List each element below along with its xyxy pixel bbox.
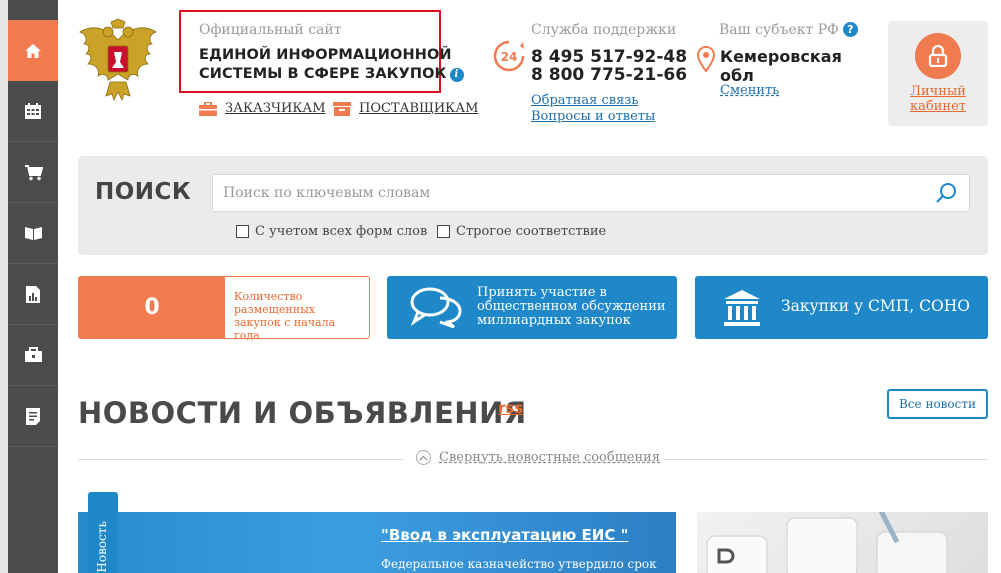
- keyboard-image[interactable]: [697, 512, 988, 573]
- help-icon[interactable]: ?: [842, 22, 858, 37]
- customers-link[interactable]: ЗАКАЗЧИКАМ: [199, 101, 326, 116]
- purchases-count-value: 0: [79, 277, 225, 338]
- site-title-line2: СИСТЕМЫ В СФЕРЕ ЗАКУПОК i: [199, 65, 464, 84]
- public-discussion-tile[interactable]: Принять участие в общественном обсуждени…: [387, 276, 677, 339]
- news-tab-badge: Новость: [88, 492, 118, 573]
- public-discussion-label: Принять участие в общественном обсуждени…: [477, 285, 666, 328]
- support-phone-1[interactable]: 8 495 517-92-48: [531, 47, 687, 67]
- personal-cabinet-label: Личный кабинет: [910, 84, 966, 114]
- support-phone-2[interactable]: 8 800 775-21-66: [531, 65, 687, 85]
- search-icon[interactable]: [935, 181, 959, 205]
- collapse-news-toggle[interactable]: Свернуть новостные сообщения: [412, 450, 665, 465]
- bank-building-icon: [724, 290, 760, 326]
- sidebar: [8, 0, 58, 573]
- chevron-up-icon: [416, 450, 431, 465]
- official-site-label: Официальный сайт: [199, 22, 342, 38]
- region-title-text: Ваш субъект РФ: [719, 22, 839, 38]
- all-word-forms-label: С учетом всех форм слов: [255, 224, 428, 239]
- home-icon: [25, 43, 41, 58]
- cart-icon: [24, 164, 43, 180]
- box-orange-icon: [333, 101, 351, 116]
- strict-match-label: Строгое соответствие: [456, 224, 607, 239]
- customers-link-label: ЗАКАЗЧИКАМ: [225, 101, 326, 116]
- sidebar-item-cart[interactable]: [8, 142, 58, 203]
- sidebar-item-book[interactable]: [8, 203, 58, 264]
- checkbox-box[interactable]: [236, 225, 249, 238]
- region-name: Кемеровская обл: [720, 47, 842, 85]
- location-pin-icon: [697, 46, 715, 72]
- support-badge: 24: [501, 50, 518, 64]
- news-item-title[interactable]: "Ввод в эксплуатацию ЕИС ": [381, 526, 628, 544]
- site-title: ЕДИНОЙ ИНФОРМАЦИОННОЙ СИСТЕМЫ В СФЕРЕ ЗА…: [199, 46, 464, 84]
- change-region-link[interactable]: Сменить: [720, 83, 779, 98]
- faq-link[interactable]: Вопросы и ответы: [531, 109, 655, 124]
- sidebar-item-reports[interactable]: [8, 264, 58, 325]
- search-label: ПОИСК: [95, 179, 192, 205]
- chart-doc-icon: [26, 285, 40, 303]
- support-24-icon: 24: [493, 40, 525, 72]
- strict-match-checkbox[interactable]: Строгое соответствие: [437, 224, 606, 239]
- personal-cabinet-button[interactable]: Личный кабинет: [888, 21, 988, 126]
- briefcase-icon: [24, 347, 42, 362]
- feedback-link[interactable]: Обратная связь: [531, 93, 638, 108]
- sidebar-item-documents[interactable]: [8, 386, 58, 447]
- divider-right: [662, 459, 988, 460]
- news-item-text: Федеральное казначейство утвердило срок: [381, 557, 657, 571]
- smp-purchases-tile[interactable]: Закупки у СМП, СОНО: [695, 276, 988, 339]
- briefcase-orange-icon: [199, 101, 217, 116]
- divider-left: [78, 459, 404, 460]
- news-section-title: НОВОСТИ И ОБЪЯВЛЕНИЯ: [78, 396, 527, 430]
- site-title-line2-text: СИСТЕМЫ В СФЕРЕ ЗАКУПОК: [199, 66, 447, 82]
- rss-link[interactable]: rss: [498, 399, 523, 417]
- news-tab-label: Новость: [95, 521, 109, 573]
- document-list-icon: [26, 407, 40, 425]
- checkbox-box[interactable]: [437, 225, 450, 238]
- all-news-button[interactable]: Все новости: [887, 389, 988, 419]
- left-edge: [0, 0, 8, 573]
- purchases-count-label: Количество размещенных закупок с начала …: [234, 290, 336, 342]
- support-title: Служба поддержки: [531, 22, 677, 38]
- keyboard-keys-graphic: [706, 512, 948, 573]
- book-icon: [24, 227, 42, 240]
- sidebar-item-briefcase[interactable]: [8, 325, 58, 386]
- suppliers-link-label: ПОСТАВЩИКАМ: [359, 101, 479, 116]
- info-icon[interactable]: i: [449, 68, 464, 82]
- search-input[interactable]: [212, 174, 970, 212]
- purchases-count-tile[interactable]: 0 Количество размещенных закупок с начал…: [78, 276, 370, 342]
- lock-icon: [915, 33, 961, 79]
- calendar-icon: [25, 103, 41, 119]
- all-word-forms-checkbox[interactable]: С учетом всех форм слов: [236, 224, 427, 239]
- site-title-line1: ЕДИНОЙ ИНФОРМАЦИОННОЙ: [199, 47, 452, 63]
- chat-bubbles-icon: [410, 287, 462, 328]
- region-title: Ваш субъект РФ?: [719, 22, 858, 38]
- collapse-news-label: Свернуть новостные сообщения: [439, 450, 661, 465]
- suppliers-link[interactable]: ПОСТАВЩИКАМ: [333, 101, 478, 116]
- coat-of-arms-logo: [79, 18, 157, 102]
- sidebar-item-calendar[interactable]: [8, 81, 58, 142]
- smp-purchases-label: Закупки у СМП, СОНО: [781, 297, 970, 315]
- sidebar-item-home[interactable]: [8, 20, 58, 81]
